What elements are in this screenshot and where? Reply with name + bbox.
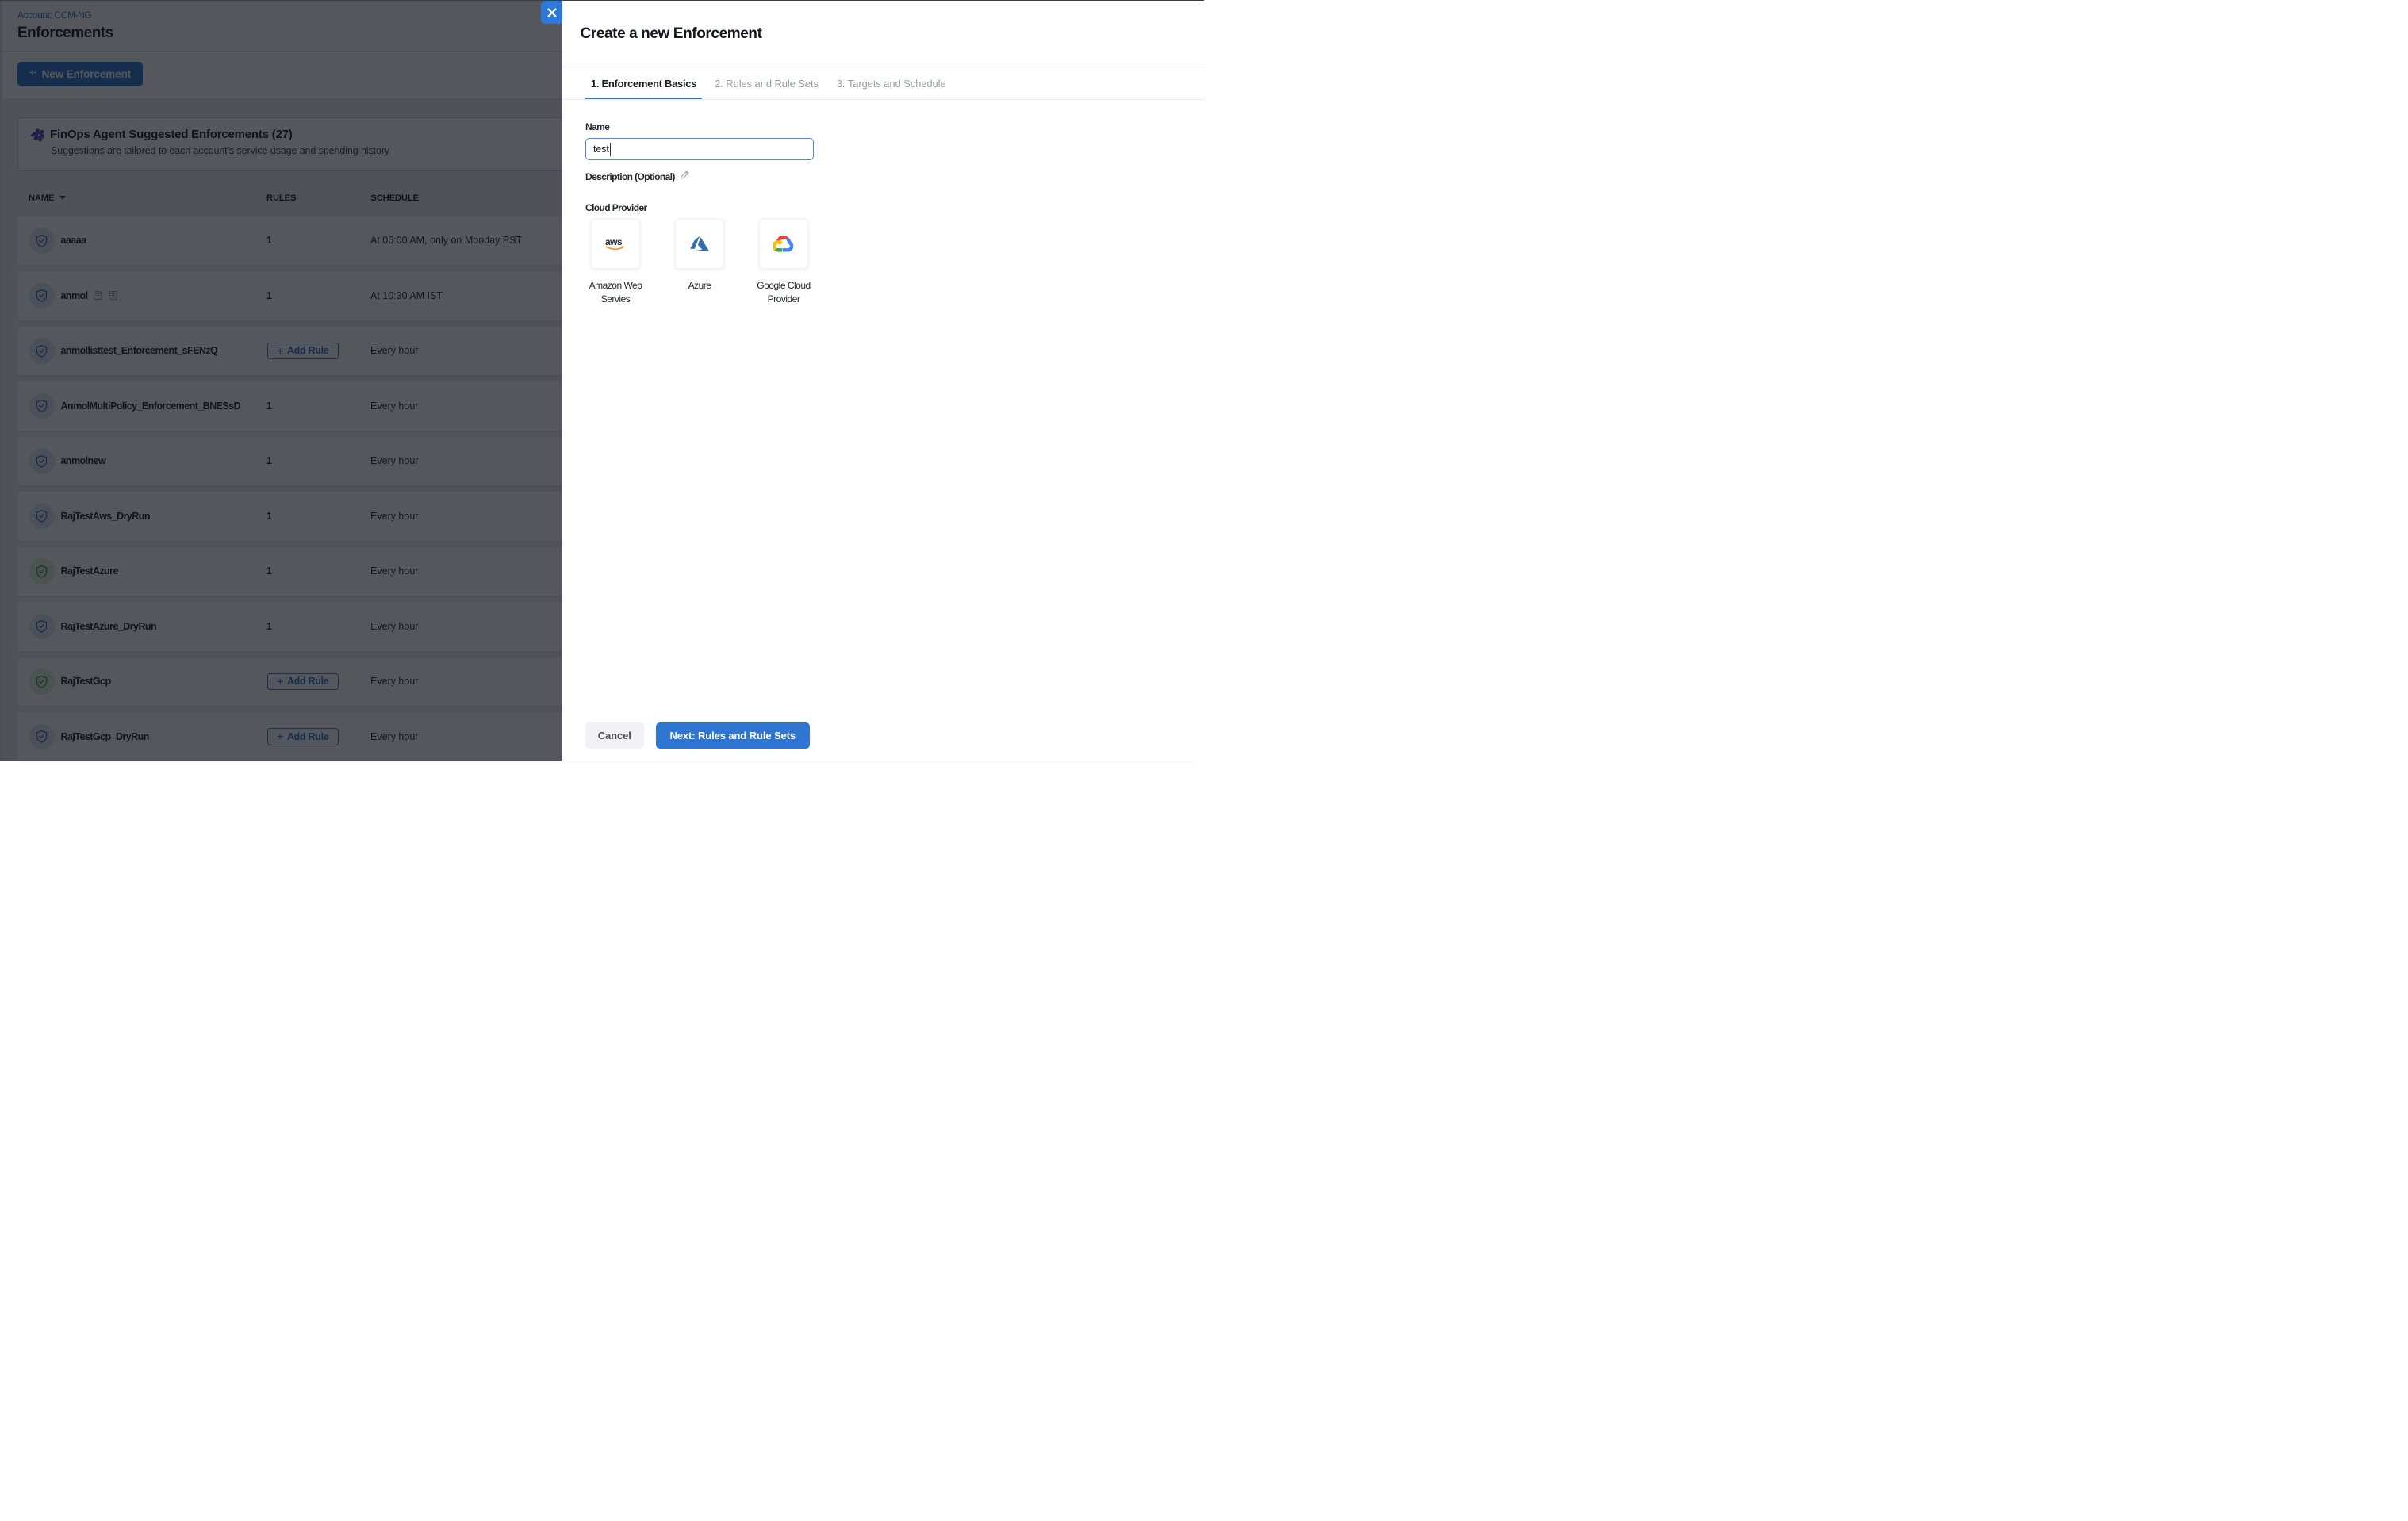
- svg-text:aws: aws: [605, 236, 623, 247]
